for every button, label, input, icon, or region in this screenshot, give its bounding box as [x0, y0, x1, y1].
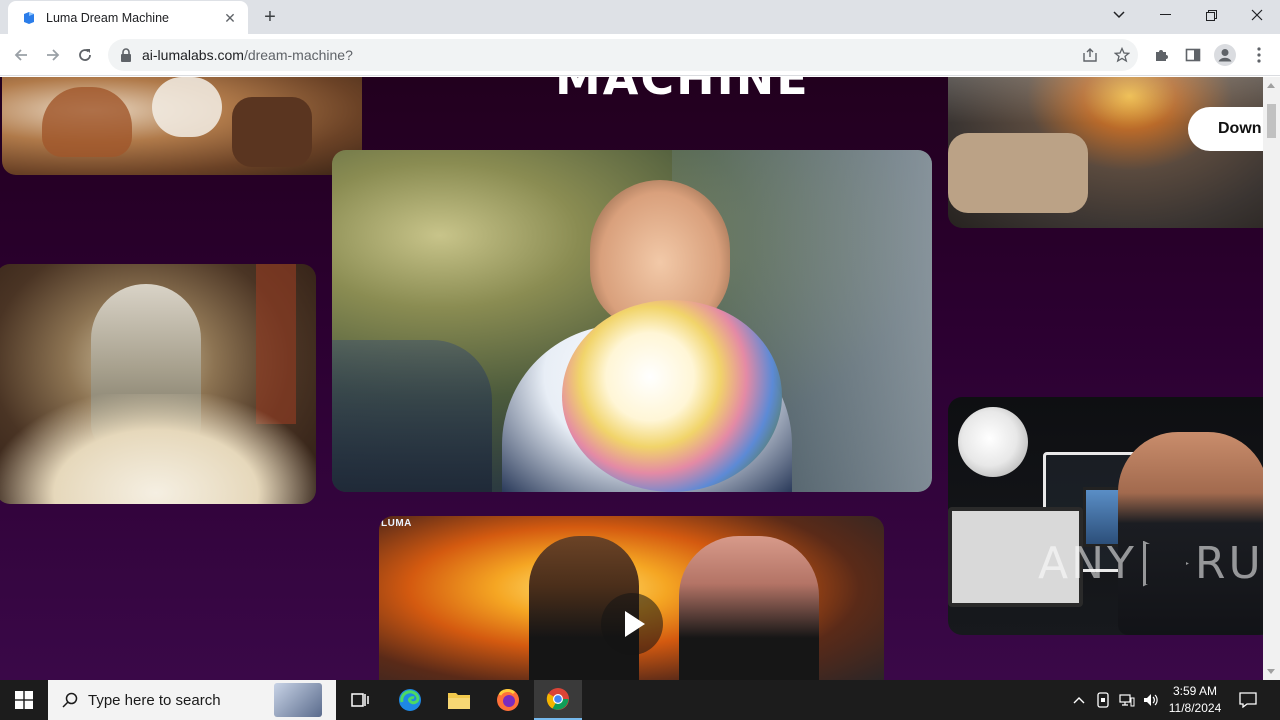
address-bar[interactable]: ai-lumalabs.com/dream-machine?: [108, 39, 1138, 71]
video-card-bear-pig[interactable]: LUMA: [379, 516, 884, 680]
firefox-icon: [497, 689, 519, 711]
background-shape: [332, 340, 492, 492]
tab-search-button[interactable]: [1096, 0, 1142, 30]
pig-shape: [679, 536, 819, 680]
page-heading: MACHINE: [555, 77, 810, 105]
back-button[interactable]: [8, 42, 34, 68]
restore-button[interactable]: [1188, 0, 1234, 30]
tray-app-button[interactable]: [1092, 680, 1114, 720]
file-explorer-taskbar-button[interactable]: [435, 680, 483, 720]
browser-toolbar: ai-lumalabs.com/dream-machine?: [0, 34, 1280, 76]
tab-title: Luma Dream Machine: [46, 10, 169, 25]
search-highlight-image: [274, 683, 322, 717]
search-placeholder: Type here to search: [88, 691, 221, 709]
anyrun-watermark: ANY RUN: [1038, 538, 1280, 589]
video-card-photographer[interactable]: [948, 397, 1263, 635]
back-icon: [14, 49, 27, 61]
volume-button[interactable]: [1140, 680, 1162, 720]
chevron-down-icon: [1113, 11, 1125, 19]
bookmark-button[interactable]: [1109, 42, 1135, 68]
device-icon: [1097, 692, 1109, 708]
reload-icon: [79, 49, 91, 61]
video-card-burning-room[interactable]: [948, 77, 1263, 228]
firefox-taskbar-button[interactable]: [484, 680, 532, 720]
volume-icon: [1144, 694, 1158, 706]
reload-button[interactable]: [72, 42, 98, 68]
forward-icon: [47, 49, 60, 61]
lock-icon: [121, 48, 131, 62]
side-panel-button[interactable]: [1180, 42, 1206, 68]
dancer-shape: [232, 97, 312, 167]
start-button[interactable]: [0, 680, 48, 720]
close-icon[interactable]: ✕: [222, 10, 238, 26]
profile-icon: [1214, 44, 1236, 66]
windows-taskbar: Type here to search 3:59 AM 11/8/2024: [0, 680, 1280, 720]
minimize-button[interactable]: [1142, 0, 1188, 30]
video-card-woman-flowers[interactable]: [332, 150, 932, 492]
browser-tabstrip: Luma Dream Machine ✕ +: [0, 0, 1280, 34]
luma-favicon: [24, 11, 34, 24]
watermark-left: ANY: [1038, 538, 1137, 589]
video-card-musician[interactable]: [0, 264, 316, 504]
notification-icon: [1239, 692, 1257, 708]
url-text: ai-lumalabs.com/dream-machine?: [142, 47, 353, 63]
browser-tab[interactable]: Luma Dream Machine ✕: [8, 1, 248, 34]
scroll-down-icon[interactable]: [1267, 669, 1275, 674]
notification-button[interactable]: [1234, 680, 1262, 720]
lamp-shape: [958, 407, 1028, 477]
network-icon: [1119, 694, 1135, 707]
minimize-icon: [1159, 14, 1171, 15]
close-icon: [1251, 9, 1263, 21]
network-button[interactable]: [1116, 680, 1138, 720]
chrome-taskbar-button[interactable]: [534, 680, 582, 720]
photographer-shape: [1118, 432, 1263, 635]
smoke-shape: [0, 394, 316, 504]
windows-icon: [15, 691, 33, 709]
extensions-button[interactable]: [1148, 42, 1174, 68]
play-icon: [624, 611, 645, 637]
search-icon: [62, 692, 78, 708]
download-button[interactable]: Down: [1188, 107, 1263, 151]
restore-icon: [1205, 9, 1217, 21]
share-icon: [1083, 48, 1097, 62]
page-scrollbar[interactable]: [1263, 77, 1280, 680]
edge-icon: [399, 689, 421, 711]
window-close-button[interactable]: [1234, 0, 1280, 30]
task-view-button[interactable]: [336, 680, 384, 720]
file-explorer-icon: [448, 693, 470, 709]
play-button[interactable]: [601, 593, 663, 655]
sidepanel-icon: [1185, 48, 1201, 62]
video-card-dancers[interactable]: [2, 77, 362, 175]
chevron-up-icon: [1073, 697, 1085, 704]
show-hidden-icons-button[interactable]: [1068, 680, 1090, 720]
menu-button[interactable]: [1246, 42, 1272, 68]
menu-icon: [1257, 47, 1261, 63]
clock-date: 11/8/2024: [1168, 701, 1222, 715]
luma-brand-mark: LUMA: [381, 518, 412, 529]
watermark-play-icon: [1142, 540, 1189, 587]
url-path: /dream-machine?: [243, 47, 353, 63]
page-viewport: MACHINE LUMA Down: [0, 77, 1263, 680]
taskbar-search[interactable]: Type here to search: [48, 680, 336, 720]
profile-button[interactable]: [1212, 42, 1238, 68]
chrome-icon: [546, 688, 569, 710]
edge-taskbar-button[interactable]: [386, 680, 434, 720]
scroll-up-icon[interactable]: [1267, 83, 1275, 88]
flower-bouquet-shape: [562, 300, 782, 492]
new-tab-button[interactable]: +: [258, 6, 282, 28]
dancer-shape: [42, 87, 132, 157]
dancer-shape: [152, 77, 222, 137]
star-icon: [1114, 47, 1130, 63]
forward-button[interactable]: [40, 42, 66, 68]
clock-time: 3:59 AM: [1172, 684, 1218, 698]
sofa-shape: [948, 133, 1088, 213]
taskbar-clock[interactable]: 3:59 AM 11/8/2024: [1160, 683, 1230, 717]
extensions-icon: [1156, 50, 1168, 61]
share-button[interactable]: [1077, 42, 1103, 68]
scroll-thumb[interactable]: [1267, 104, 1276, 138]
url-domain: ai-lumalabs.com: [142, 47, 244, 63]
task-view-icon: [351, 693, 369, 707]
